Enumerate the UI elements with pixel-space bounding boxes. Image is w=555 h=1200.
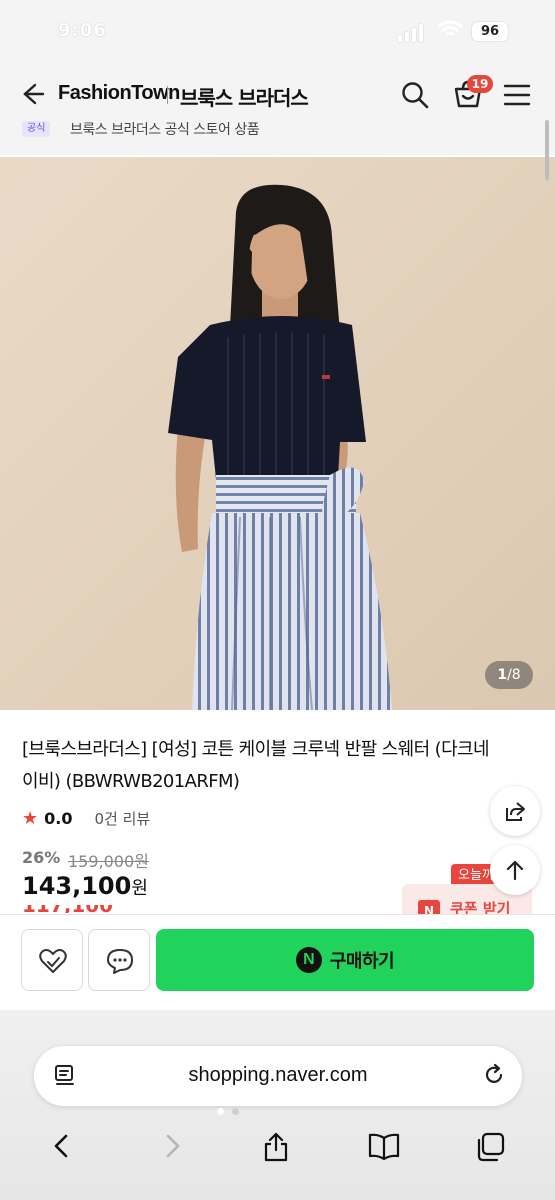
star-icon: ★ bbox=[22, 808, 39, 829]
bookmarks-button[interactable] bbox=[362, 1126, 402, 1166]
status-bar: 9:06 96 bbox=[0, 0, 555, 62]
naver-pay-icon: N bbox=[295, 947, 322, 973]
arrow-up-icon bbox=[506, 860, 524, 881]
official-banner-text: 브룩스 브라더스 공식 스토어 상품 bbox=[70, 122, 260, 138]
scroll-top-button[interactable] bbox=[490, 845, 540, 895]
store-name[interactable]: 브룩스 브라더스 bbox=[180, 82, 309, 111]
buy-button[interactable]: N 구매하기 bbox=[156, 929, 534, 991]
reload-icon[interactable] bbox=[482, 1063, 506, 1087]
benefit-price-partial: 117,100 bbox=[22, 905, 112, 913]
rating-score: 0.0 bbox=[44, 809, 73, 828]
share-sheet-icon bbox=[264, 1132, 288, 1162]
tabs-icon bbox=[477, 1132, 505, 1162]
naver-n-icon: N bbox=[418, 900, 440, 914]
official-store-banner[interactable]: 공식 브룩스 브라더스 공식 스토어 상품 bbox=[0, 115, 555, 155]
chat-bubble-icon bbox=[107, 949, 133, 974]
wishlist-button[interactable] bbox=[21, 929, 83, 991]
signal-icon bbox=[398, 22, 423, 42]
tabs-button[interactable] bbox=[469, 1126, 509, 1166]
page-scrollbar[interactable] bbox=[545, 120, 549, 180]
browser-forward-button[interactable] bbox=[152, 1126, 192, 1166]
rating-row[interactable]: ★ 0.0 0건 리뷰 bbox=[22, 808, 150, 829]
product-title: [브룩스브라더스] [여성] 코튼 케이블 크루넥 반팔 스웨터 (다크네이비)… bbox=[22, 739, 490, 792]
url-text: shopping.naver.com bbox=[188, 1064, 368, 1086]
back-arrow-icon[interactable] bbox=[18, 80, 46, 108]
wifi-icon bbox=[437, 20, 463, 37]
sale-price: 143,100원 bbox=[22, 872, 148, 900]
brand-logo[interactable]: FashionTown bbox=[58, 82, 180, 105]
browser-toolbar: shopping.naver.com bbox=[0, 1010, 555, 1200]
browser-back-button[interactable] bbox=[42, 1126, 82, 1166]
talk-button[interactable] bbox=[88, 929, 150, 991]
tab-page-indicator bbox=[217, 1108, 239, 1115]
image-counter: 1/8 bbox=[485, 661, 533, 689]
heart-icon bbox=[39, 949, 67, 973]
chevron-left-icon bbox=[54, 1134, 68, 1158]
official-tag: 공식 bbox=[22, 121, 51, 137]
status-time: 9:06 bbox=[58, 20, 107, 41]
coupon-label: 쿠폰 받기 bbox=[450, 900, 511, 914]
share-button[interactable] bbox=[490, 786, 540, 836]
address-bar[interactable]: shopping.naver.com bbox=[34, 1046, 522, 1106]
product-image-gallery[interactable] bbox=[0, 157, 555, 710]
purchase-action-bar: N 구매하기 bbox=[0, 914, 555, 1010]
header-divider bbox=[167, 86, 168, 104]
book-icon bbox=[368, 1133, 400, 1160]
buy-button-label: 구매하기 bbox=[329, 951, 395, 972]
browser-share-button[interactable] bbox=[256, 1126, 296, 1166]
battery-indicator: 96 bbox=[472, 22, 508, 41]
chevron-right-icon bbox=[166, 1134, 180, 1158]
share-icon bbox=[506, 802, 525, 821]
review-count[interactable]: 0건 리뷰 bbox=[94, 808, 150, 829]
original-price: 159,000원 bbox=[68, 852, 149, 871]
product-photo bbox=[0, 157, 555, 710]
menu-icon[interactable] bbox=[503, 82, 531, 108]
discount-rate: 26% bbox=[22, 848, 61, 867]
cart-count-badge: 19 bbox=[467, 75, 493, 93]
search-icon[interactable] bbox=[400, 80, 430, 110]
